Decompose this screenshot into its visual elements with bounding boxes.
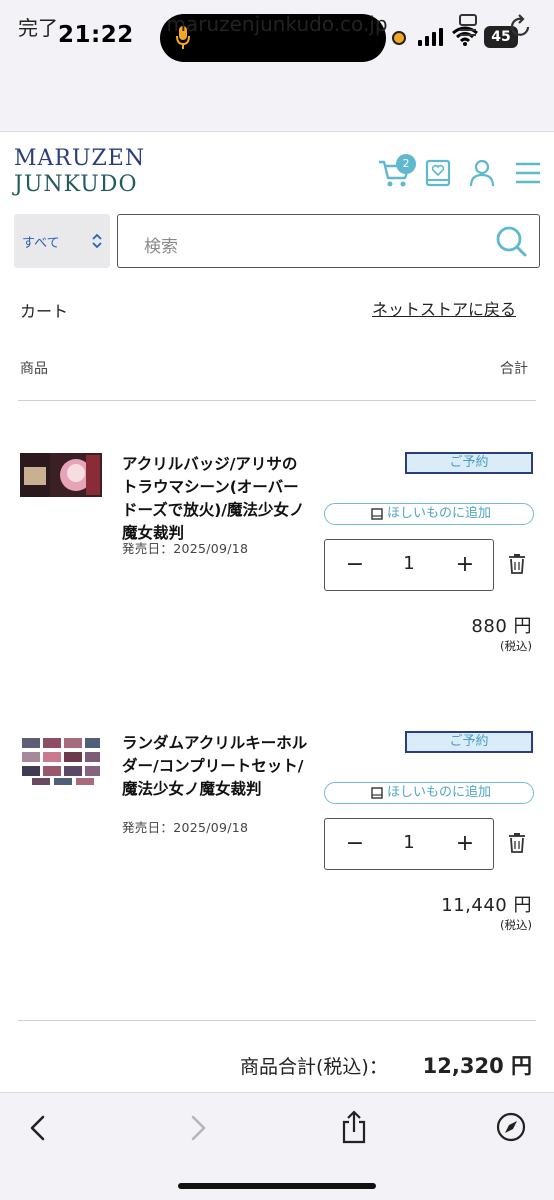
- item-price: 11,440 円: [441, 895, 532, 916]
- logo-line1: MARUZEN: [14, 146, 146, 171]
- release-date: 発売日：2025/09/18: [122, 541, 249, 556]
- bookmark-icon: [371, 508, 383, 520]
- add-to-wishlist-button[interactable]: ほしいものに追加: [324, 782, 534, 804]
- product-title[interactable]: アクリルバッジ/アリサのトラウマシーン(オーバードーズで放火)/魔法少女ノ魔女裁…: [122, 453, 312, 545]
- browser-header: [0, 76, 554, 132]
- quantity-increase-button[interactable]: +: [453, 552, 477, 577]
- share-icon[interactable]: [340, 1110, 368, 1144]
- site-logo[interactable]: MARUZEN JUNKUDO: [14, 146, 146, 202]
- quantity-stepper: − 1 +: [324, 539, 494, 591]
- back-to-store-link[interactable]: ネットストアに戻る: [372, 296, 516, 320]
- quantity-value[interactable]: 1: [395, 832, 423, 853]
- wishlist-label: ほしいものに追加: [387, 506, 492, 521]
- quantity-increase-button[interactable]: +: [453, 831, 477, 856]
- subtotal-label: 商品合計(税込)：: [240, 1056, 388, 1078]
- product-title[interactable]: ランダムアクリルキーホルダー/コンプリートセット/魔法少女ノ魔女裁判: [122, 732, 312, 801]
- wishlist-label: ほしいものに追加: [387, 785, 492, 800]
- divider: [18, 400, 536, 401]
- forward-icon[interactable]: [186, 1114, 210, 1142]
- preorder-badge: ご予約: [405, 452, 533, 474]
- reader-mode-icon[interactable]: [456, 12, 482, 40]
- reload-icon[interactable]: [508, 12, 534, 40]
- quantity-value[interactable]: 1: [395, 553, 423, 574]
- back-icon[interactable]: [26, 1114, 50, 1142]
- product-thumbnail[interactable]: [20, 736, 102, 786]
- add-to-wishlist-button[interactable]: ほしいものに追加: [324, 503, 534, 525]
- tax-note: (税込): [500, 639, 532, 653]
- item-price: 880 円: [471, 616, 532, 637]
- logo-line2: JUNKUDO: [14, 172, 138, 197]
- divider: [18, 1020, 536, 1021]
- page-title: カート: [20, 302, 69, 321]
- compass-icon[interactable]: [496, 1112, 526, 1142]
- preorder-badge: ご予約: [405, 731, 533, 753]
- bookmark-icon: [371, 787, 383, 799]
- column-header-product: 商品: [20, 361, 48, 377]
- search-input[interactable]: [117, 214, 540, 268]
- release-date: 発売日：2025/09/18: [122, 820, 249, 835]
- quantity-decrease-button[interactable]: −: [343, 552, 367, 577]
- hamburger-menu-icon[interactable]: [514, 160, 542, 186]
- search-icon[interactable]: [494, 224, 528, 258]
- cart-count-badge: 2: [396, 154, 416, 174]
- product-thumbnail[interactable]: [20, 453, 102, 497]
- user-account-icon[interactable]: [468, 158, 496, 188]
- column-header-total: 合計: [500, 361, 528, 377]
- category-select-value: すべて: [22, 236, 60, 251]
- home-indicator: [178, 1183, 376, 1189]
- quantity-stepper: − 1 +: [324, 818, 494, 870]
- trash-icon[interactable]: [508, 832, 526, 854]
- chevron-updown-icon: [92, 233, 102, 249]
- quantity-decrease-button[interactable]: −: [343, 831, 367, 856]
- subtotal-value: 12,320 円: [422, 1054, 532, 1078]
- tax-note: (税込): [500, 918, 532, 932]
- trash-icon[interactable]: [508, 553, 526, 575]
- search-placeholder: 検索: [144, 237, 178, 257]
- wishlist-book-icon[interactable]: [424, 158, 452, 188]
